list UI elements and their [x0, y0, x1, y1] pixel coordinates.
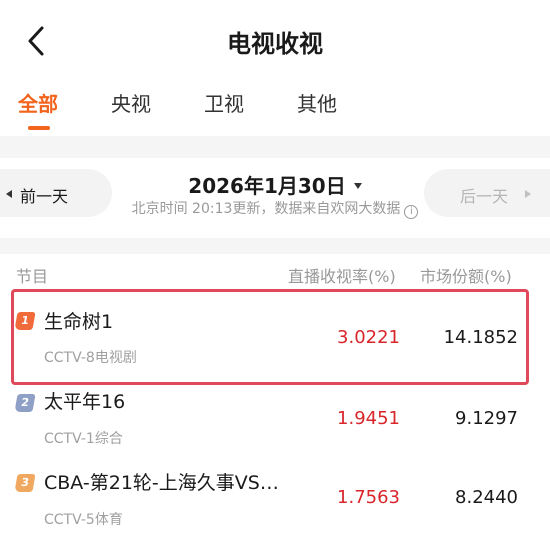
tab-satellite[interactable]: 卫视	[204, 88, 244, 117]
section-divider	[0, 238, 550, 254]
tab-other[interactable]: 其他	[297, 88, 337, 117]
tab-cctv[interactable]: 央视	[111, 88, 151, 117]
tab-all[interactable]: 全部	[18, 88, 58, 117]
rating-value: 1.7563	[337, 487, 400, 508]
rating-value: 1.9451	[337, 408, 400, 429]
date-navigator: 前一天 2026年1月30日 北京时间 20:13更新，数据来自欢网大数据 i 后…	[0, 160, 550, 230]
share-value: 9.1297	[455, 408, 518, 429]
table-row[interactable]: 3 CBA-第21轮-上海久事VS… CCTV-5体育 1.7563 8.244…	[0, 458, 550, 538]
next-day-button[interactable]: 后一天	[424, 169, 550, 217]
channel-name: CCTV-5体育	[44, 512, 123, 528]
update-text: 北京时间 20:13更新，数据来自欢网大数据	[131, 201, 401, 217]
column-header-share: 市场份额(%)	[420, 267, 512, 286]
active-tab-indicator	[28, 126, 50, 130]
program-name: 太平年16	[44, 391, 126, 413]
date-text: 2026年1月30日	[188, 174, 346, 198]
rank-2-badge: 2	[14, 394, 36, 412]
channel-name: CCTV-1综合	[44, 431, 123, 447]
triangle-right-icon	[525, 190, 531, 198]
highlight-box	[11, 289, 529, 385]
share-value: 8.2440	[455, 487, 518, 508]
triangle-down-icon	[353, 183, 362, 189]
info-icon[interactable]: i	[404, 205, 419, 219]
category-tabs: 全部 央视 卫视 其他	[0, 84, 550, 136]
top-bar: 电视收视	[0, 0, 550, 80]
page-title: 电视收视	[227, 30, 323, 58]
program-name: CBA-第21轮-上海久事VS…	[44, 472, 279, 494]
table-row[interactable]: 2 太平年16 CCTV-1综合 1.9451 9.1297	[0, 378, 550, 458]
section-divider	[0, 136, 550, 158]
rank-3-badge: 3	[14, 474, 36, 492]
column-header-rating: 直播收视率(%)	[288, 267, 396, 286]
next-day-label: 后一天	[460, 187, 509, 206]
column-header-program: 节目	[16, 267, 49, 286]
